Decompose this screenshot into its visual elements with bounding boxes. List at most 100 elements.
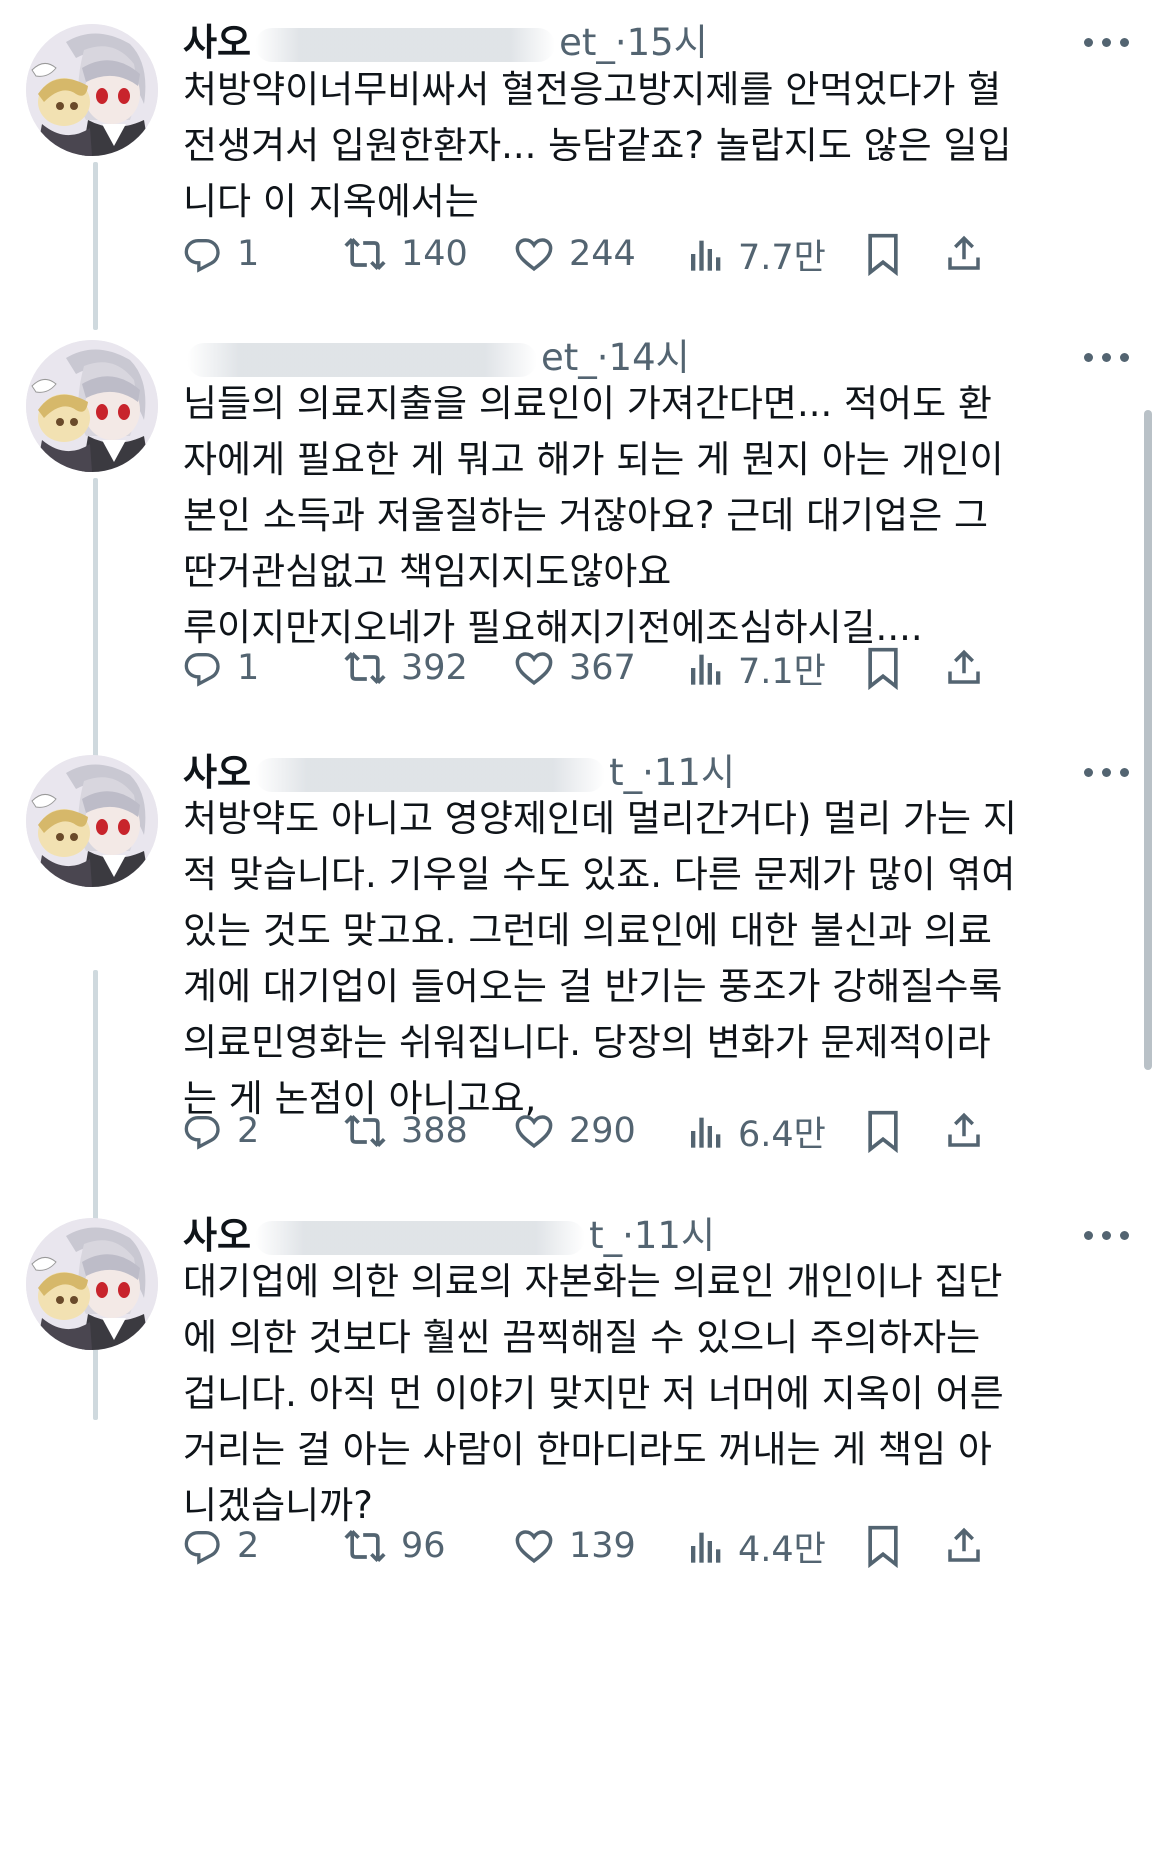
view-count: 7.7만 <box>738 237 826 278</box>
author-name[interactable]: 사오 <box>183 21 251 64</box>
tweet-text: 처방약이너무비싸서 혈전응고방지제를 안먹었다가 혈전생겨서 입원한환자... … <box>183 62 1113 230</box>
reply-count: 2 <box>237 1111 260 1151</box>
retweet-icon <box>343 1524 387 1568</box>
tweet-text-line: 에 의한 것보다 훨씬 끔찍해질 수 있으니 주의하자는 <box>183 1316 981 1359</box>
tweet-text-line: 딴거관심없고 책임지지도않아요 <box>183 550 672 593</box>
bookmark-button[interactable] <box>863 1518 903 1574</box>
tweet-text-line: 적 맞습니다. 기우일 수도 있죠. 다른 문제가 많이 엮여 <box>183 853 1016 896</box>
retweet-icon <box>343 232 387 276</box>
header-separator: · <box>596 336 609 379</box>
tweet-text-line: 니다 이 지옥에서는 <box>183 180 479 223</box>
tweet-text-line: 전생겨서 입원한환자... 농담같죠? 놀랍지도 않은 일입 <box>183 124 1012 167</box>
reply-button[interactable]: 2 <box>183 1518 259 1574</box>
heart-icon <box>513 233 555 275</box>
like-count: 367 <box>569 648 636 688</box>
like-button[interactable]: 139 <box>513 1518 636 1574</box>
redacted-handle <box>187 342 537 377</box>
tweet-timestamp[interactable]: 14시 <box>609 336 690 379</box>
tweet-text-line: 본인 소득과 저울질하는 거잖아요? 근데 대기업은 그 <box>183 494 989 537</box>
scrollbar[interactable] <box>1144 410 1152 1070</box>
reply-count: 1 <box>237 234 260 274</box>
like-count: 244 <box>569 234 636 274</box>
avatar[interactable] <box>26 340 158 472</box>
author-name[interactable]: 사오 <box>183 751 251 794</box>
views-icon <box>688 1111 724 1151</box>
share-icon <box>943 1109 985 1153</box>
retweet-count: 96 <box>401 1526 446 1566</box>
retweet-button[interactable]: 392 <box>343 640 468 696</box>
retweet-count: 140 <box>401 234 468 274</box>
tweet-timestamp[interactable]: 11시 <box>654 751 735 794</box>
like-button[interactable]: 290 <box>513 1103 636 1159</box>
tweet-timestamp[interactable]: 15시 <box>627 21 708 64</box>
views-button[interactable]: 6.4만 <box>688 1103 826 1159</box>
views-icon <box>688 1526 724 1566</box>
view-count: 6.4만 <box>738 1114 826 1155</box>
share-button[interactable] <box>943 226 985 282</box>
share-icon <box>943 1524 985 1568</box>
thread-line <box>93 970 98 1420</box>
header-separator: · <box>614 21 627 64</box>
bookmark-icon <box>863 1109 903 1153</box>
author-handle[interactable]: t_ <box>609 751 642 794</box>
tweet-text: 처방약도 아니고 영양제인데 멀리간거다) 멀리 가는 지적 맞습니다. 기우일… <box>183 791 1113 1127</box>
more-icon[interactable] <box>1084 1231 1130 1241</box>
views-icon <box>688 234 724 274</box>
bookmark-icon <box>863 646 903 690</box>
reply-button[interactable]: 1 <box>183 640 259 696</box>
tweet-actions: 1 140 244 7.7만 <box>183 226 1133 282</box>
author-handle[interactable]: et_ <box>541 336 597 379</box>
avatar[interactable] <box>26 755 158 887</box>
share-button[interactable] <box>943 1103 985 1159</box>
tweet-text-line: 계에 대기업이 들어오는 걸 반기는 풍조가 강해질수록 <box>183 965 1003 1008</box>
tweet-text: 님들의 의료지출을 의료인이 가져간다면... 적어도 환 자에게 필요한 게 뭐… <box>183 376 1113 656</box>
retweet-icon <box>343 646 387 690</box>
views-button[interactable]: 7.1만 <box>688 640 826 696</box>
tweet-timestamp[interactable]: 11시 <box>634 1214 715 1257</box>
retweet-icon <box>343 1109 387 1153</box>
retweet-button[interactable]: 388 <box>343 1103 468 1159</box>
like-count: 290 <box>569 1111 636 1151</box>
more-icon[interactable] <box>1084 768 1130 778</box>
view-count: 7.1만 <box>738 651 826 692</box>
reply-icon <box>183 1111 223 1151</box>
more-icon[interactable] <box>1084 38 1130 48</box>
share-icon <box>943 232 985 276</box>
bookmark-button[interactable] <box>863 640 903 696</box>
reply-icon <box>183 234 223 274</box>
views-button[interactable]: 4.4만 <box>688 1518 826 1574</box>
share-button[interactable] <box>943 640 985 696</box>
reply-button[interactable]: 2 <box>183 1103 259 1159</box>
bookmark-button[interactable] <box>863 1103 903 1159</box>
like-count: 139 <box>569 1526 636 1566</box>
tweet-text-line: 의료민영화는 쉬워집니다. 당장의 변화가 문제적이라 <box>183 1021 991 1064</box>
heart-icon <box>513 647 555 689</box>
retweet-button[interactable]: 96 <box>343 1518 446 1574</box>
reply-icon <box>183 1526 223 1566</box>
reply-icon <box>183 648 223 688</box>
tweet-actions: 2 96 139 4.4만 <box>183 1518 1133 1574</box>
tweet-text-line: 처방약이너무비싸서 혈전응고방지제를 안먹었다가 혈 <box>183 68 1002 111</box>
reply-count: 2 <box>237 1526 260 1566</box>
bookmark-icon <box>863 232 903 276</box>
like-button[interactable]: 244 <box>513 226 636 282</box>
avatar[interactable] <box>26 24 158 156</box>
reply-count: 1 <box>237 648 260 688</box>
like-button[interactable]: 367 <box>513 640 636 696</box>
bookmark-button[interactable] <box>863 226 903 282</box>
retweet-count: 388 <box>401 1111 468 1151</box>
author-handle[interactable]: t_ <box>589 1214 622 1257</box>
avatar[interactable] <box>26 1218 158 1350</box>
views-button[interactable]: 7.7만 <box>688 226 826 282</box>
tweet-text-line: 대기업에 의한 의료의 자본화는 의료인 개인이나 집단 <box>183 1260 1003 1303</box>
tweet-text-line: 거리는 걸 아는 사람이 한마디라도 꺼내는 게 책임 아 <box>183 1428 992 1471</box>
more-icon[interactable] <box>1084 353 1130 363</box>
retweet-button[interactable]: 140 <box>343 226 468 282</box>
tweet-text-line: 님들의 의료지출을 의료인이 가져간다면... 적어도 환 <box>183 382 992 425</box>
author-handle[interactable]: et_ <box>559 21 615 64</box>
author-name[interactable]: 사오 <box>183 1214 251 1257</box>
tweet-actions: 1 392 367 7.1만 <box>183 640 1133 696</box>
share-button[interactable] <box>943 1518 985 1574</box>
tweet-text-line: 있는 것도 맞고요. 그런데 의료인에 대한 불신과 의료 <box>183 909 992 952</box>
reply-button[interactable]: 1 <box>183 226 259 282</box>
